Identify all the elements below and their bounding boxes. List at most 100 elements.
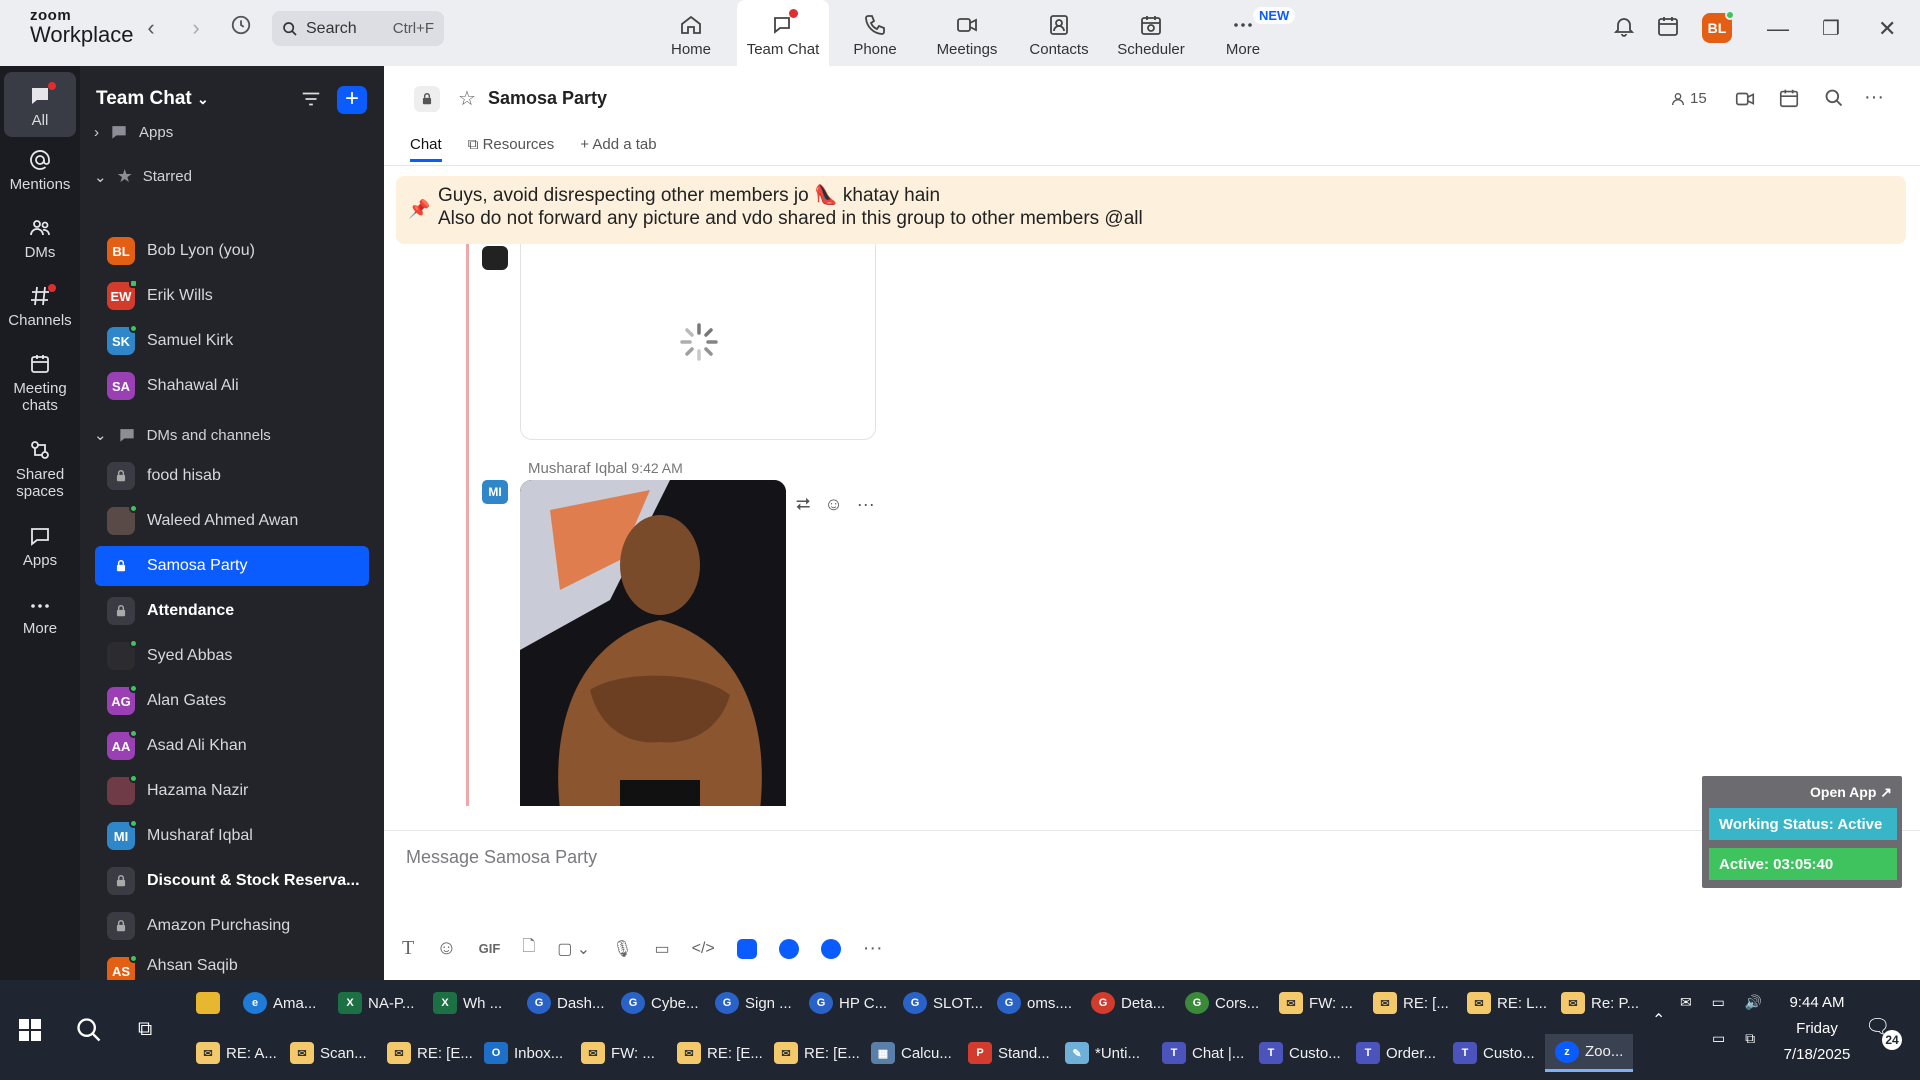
nav-tab-more[interactable]: NEW More	[1197, 0, 1296, 66]
show-hidden-icons-icon[interactable]: ⌃	[1652, 1010, 1665, 1030]
back-arrow-icon[interactable]: ‹	[136, 14, 166, 44]
section-dms-channels[interactable]: ⌄ DMs and channels	[94, 425, 271, 445]
close-icon[interactable]: ✕	[1878, 16, 1896, 42]
taskbar-item[interactable]: P Stand...	[968, 1034, 1050, 1072]
search-bar[interactable]: Search Ctrl+F	[272, 11, 444, 46]
taskbar-item[interactable]: G Cybe...	[621, 984, 699, 1022]
taskbar-item[interactable]: G HP C...	[809, 984, 887, 1022]
app-shortcut-icon[interactable]	[778, 938, 799, 959]
nav-tab-meetings[interactable]: Meetings	[921, 0, 1013, 66]
tray-icons-lower[interactable]: ▭ ⧉	[1712, 1030, 1763, 1047]
nav-tab-home[interactable]: Home	[645, 0, 737, 66]
format-text-icon[interactable]: T	[402, 937, 414, 960]
channel-title[interactable]: Samosa Party	[488, 88, 607, 109]
rail-item-mentions[interactable]: Mentions	[4, 144, 76, 193]
taskbar-item[interactable]: X Wh ...	[433, 984, 502, 1022]
taskbar-item[interactable]: O Inbox...	[484, 1034, 563, 1072]
restore-icon[interactable]: ❐	[1822, 16, 1840, 41]
app-shortcut-icon[interactable]	[736, 938, 757, 959]
sidebar-item-attendance[interactable]: Attendance	[95, 591, 369, 631]
more-options-icon[interactable]: ···	[1864, 86, 1884, 109]
loading-image-card[interactable]	[520, 244, 876, 440]
sidebar-item-shahawal-ali[interactable]: SA Shahawal Ali	[95, 366, 369, 406]
calendar-icon[interactable]	[1656, 14, 1680, 38]
sidebar-item-musharaf-iqbal[interactable]: MI Musharaf Iqbal	[95, 816, 369, 856]
app-shortcut-icon[interactable]	[820, 938, 841, 959]
taskbar-file-explorer[interactable]	[196, 984, 220, 1022]
sidebar-item-ahsan-saqib[interactable]: AS Ahsan Saqib	[95, 951, 369, 980]
sidebar-item-samuel-kirk[interactable]: SK Samuel Kirk	[95, 321, 369, 361]
sidebar-item-asad-ali-khan[interactable]: AA Asad Ali Khan	[95, 726, 369, 766]
sidebar-item-alan-gates[interactable]: AG Alan Gates	[95, 681, 369, 721]
taskbar-item[interactable]: T Custo...	[1453, 1034, 1535, 1072]
open-app-link[interactable]: Open App ↗	[1810, 784, 1892, 801]
calendar-icon[interactable]	[1778, 87, 1800, 114]
sender-avatar[interactable]: MI	[482, 480, 508, 504]
forward-arrow-icon[interactable]: ›	[181, 14, 211, 44]
nav-tab-phone[interactable]: Phone	[829, 0, 921, 66]
gif-icon[interactable]: GIF	[479, 941, 501, 956]
star-outline-icon[interactable]: ☆	[458, 86, 476, 111]
sidebar-item-amazon-purchasing[interactable]: Amazon Purchasing	[95, 906, 369, 946]
reply-icon[interactable]: ⮂	[796, 494, 810, 515]
taskbar-item[interactable]: ✉ RE: L...	[1467, 984, 1547, 1022]
nav-tab-scheduler[interactable]: Scheduler	[1105, 0, 1197, 66]
taskbar-item[interactable]: G Sign ...	[715, 984, 792, 1022]
taskbar-item[interactable]: ✉ Re: P...	[1561, 984, 1639, 1022]
sidebar-item-bob-lyon[interactable]: BL Bob Lyon (you)	[95, 231, 369, 271]
taskbar-item[interactable]: ✎ *Unti...	[1065, 1034, 1140, 1072]
rail-item-more[interactable]: More	[4, 588, 76, 637]
rail-item-shared-spaces[interactable]: Shared spaces	[4, 434, 76, 500]
rail-item-apps[interactable]: Apps	[4, 520, 76, 569]
sidebar-item-waleed-ahmed-awan[interactable]: Waleed Ahmed Awan	[95, 501, 369, 541]
section-starred[interactable]: ⌄ ★ Starred	[94, 166, 192, 187]
user-avatar[interactable]: BL	[1702, 10, 1735, 43]
screenshot-icon[interactable]: ▢ ⌄	[557, 939, 590, 959]
taskbar-item[interactable]: ✉ RE: [E...	[387, 1034, 473, 1072]
section-apps[interactable]: › Apps	[94, 122, 173, 142]
search-icon[interactable]	[1824, 88, 1844, 113]
sidebar-item-hazama-nazir[interactable]: Hazama Nazir	[95, 771, 369, 811]
tray-icons[interactable]: ✉ ▭ 🔊	[1680, 994, 1770, 1011]
more-options-icon[interactable]: ···	[863, 937, 883, 960]
video-camera-icon[interactable]	[1734, 88, 1756, 115]
sidebar-item-syed-abbas[interactable]: Syed Abbas	[95, 636, 369, 676]
code-icon[interactable]: </>	[692, 940, 715, 958]
tab-resources[interactable]: ⧉ Resources	[468, 136, 555, 162]
sidebar-item-samosa-party[interactable]: Samosa Party	[95, 546, 369, 586]
message-composer[interactable]: Message Samosa Party T ☺ GIF 🗋 ▢ ⌄ 🎙 ▭ <…	[384, 830, 1920, 980]
sidebar-title[interactable]: Team Chat ⌄	[96, 88, 209, 110]
clock[interactable]: 9:44 AM Friday 7/18/2025	[1778, 990, 1856, 1068]
taskbar-item[interactable]: ✉ RE: [E...	[774, 1034, 860, 1072]
filter-icon[interactable]	[300, 88, 322, 116]
video-message-icon[interactable]: ▭	[654, 939, 669, 959]
taskbar-item[interactable]: ✉ RE: [...	[1373, 984, 1449, 1022]
taskbar-item[interactable]: ✉ FW: ...	[1279, 984, 1353, 1022]
taskbar-item[interactable]: G SLOT...	[903, 984, 983, 1022]
microphone-icon[interactable]: 🎙	[612, 939, 632, 959]
sidebar-item-food-hisab[interactable]: food hisab	[95, 456, 369, 496]
taskbar-item[interactable]: G Cors...	[1185, 984, 1259, 1022]
pinned-message[interactable]: 📌 Guys, avoid disrespecting other member…	[396, 176, 1906, 244]
more-options-icon[interactable]: ···	[857, 494, 875, 515]
task-view-icon[interactable]: ⧉	[138, 1018, 152, 1041]
rail-item-channels[interactable]: Channels	[4, 280, 76, 329]
taskbar-item[interactable]: T Custo...	[1259, 1034, 1341, 1072]
taskbar-item[interactable]: X NA-P...	[338, 984, 414, 1022]
members-button[interactable]: 15	[1670, 90, 1707, 107]
notifications-bell-icon[interactable]	[1612, 14, 1636, 38]
taskbar-item-zoom-active[interactable]: z Zoo...	[1545, 1034, 1634, 1072]
taskbar-item[interactable]: ✉ Scan...	[290, 1034, 367, 1072]
taskbar-item[interactable]: G Dash...	[527, 984, 605, 1022]
tab-chat[interactable]: Chat	[410, 136, 442, 162]
shared-image[interactable]	[520, 480, 786, 806]
nav-tab-team-chat[interactable]: Team Chat	[737, 0, 829, 66]
history-icon[interactable]	[226, 14, 256, 44]
rail-item-dms[interactable]: DMs	[4, 212, 76, 261]
windows-start-icon[interactable]	[18, 1018, 42, 1042]
sidebar-item-discount-stock[interactable]: Discount & Stock Reserva...	[95, 861, 369, 901]
tab-add[interactable]: + Add a tab	[580, 136, 656, 162]
taskbar-item[interactable]: T Chat |...	[1162, 1034, 1244, 1072]
taskbar-item[interactable]: T Order...	[1356, 1034, 1436, 1072]
search-icon[interactable]	[75, 1016, 103, 1049]
